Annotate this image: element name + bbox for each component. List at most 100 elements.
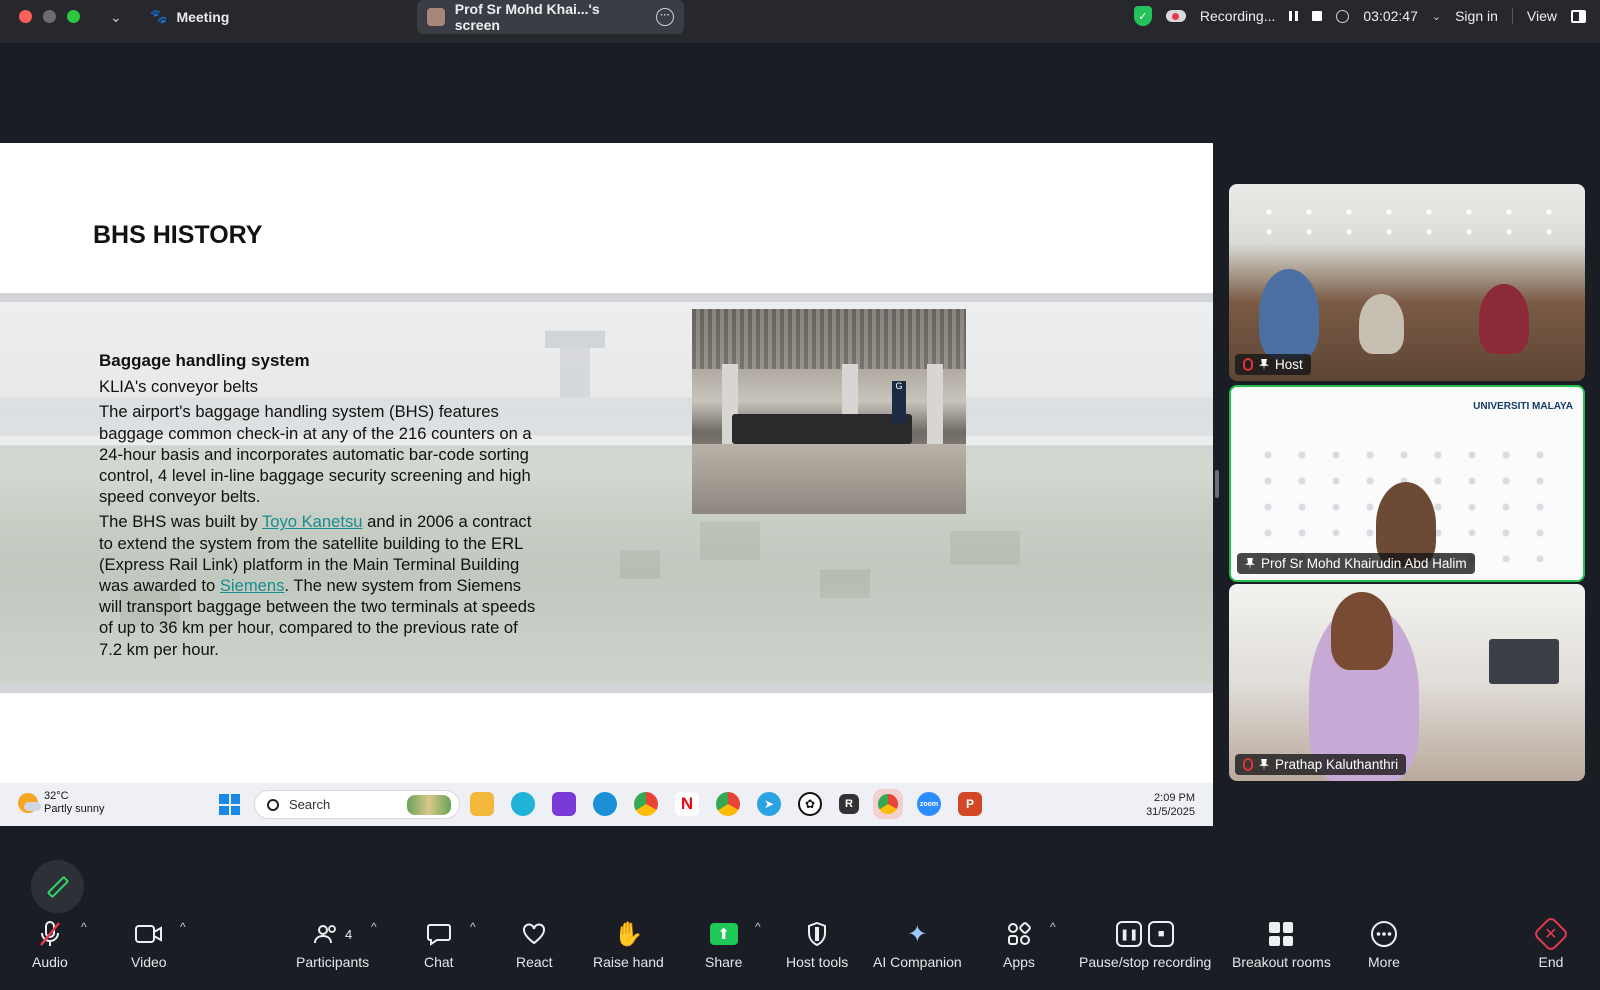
chrome-icon[interactable] [634, 792, 658, 816]
ai-companion-button[interactable]: ✦ AI Companion [873, 920, 962, 971]
end-button[interactable]: ✕ End [1532, 915, 1570, 970]
chat-chevron-icon[interactable]: ^ [470, 920, 476, 934]
annotate-button[interactable] [31, 860, 84, 913]
window-controls [19, 10, 80, 23]
timer-chevron-icon[interactable]: ⌄ [1432, 10, 1441, 23]
end-icon: ✕ [1532, 915, 1570, 953]
slide-title: BHS HISTORY [93, 221, 263, 249]
meeting-menu[interactable]: 🐾 Meeting [150, 8, 229, 25]
recording-label: Recording... [1199, 8, 1276, 24]
windows-search-box[interactable]: Search [254, 790, 460, 819]
toyo-kanetsu-link[interactable]: Toyo Kanetsu [262, 512, 363, 531]
participants-button[interactable]: 4 Participants [296, 920, 369, 970]
windows-clock[interactable]: 2:09 PM 31/5/2025 [1146, 791, 1195, 819]
ai-companion-label: AI Companion [873, 954, 962, 970]
close-window-button[interactable] [19, 10, 32, 23]
share-button[interactable]: ⬆ Share [705, 920, 742, 970]
participant-tile-host[interactable]: Host [1229, 184, 1585, 381]
viewing-screen-pill[interactable]: Prof Sr Mohd Khai...'s screen ··· [417, 0, 684, 34]
chevron-down-icon[interactable]: ⌄ [110, 9, 122, 26]
heart-icon [521, 920, 547, 948]
photo-pillar [927, 364, 943, 449]
react-button[interactable]: React [516, 920, 553, 970]
netflix-icon[interactable]: N [675, 792, 699, 816]
audio-button[interactable]: Audio [32, 920, 68, 970]
breakout-rooms-label: Breakout rooms [1232, 954, 1331, 970]
share-icon-wrap: ⬆ [709, 920, 738, 948]
powerpoint-icon[interactable]: P [958, 792, 982, 816]
background-monitor [1489, 639, 1559, 684]
more-icon [1370, 920, 1398, 948]
video-person [1479, 284, 1529, 354]
shield-icon [806, 920, 828, 948]
breakout-rooms-button[interactable]: Breakout rooms [1232, 920, 1331, 970]
apps-label: Apps [1003, 954, 1035, 970]
siemens-link[interactable]: Siemens [220, 576, 285, 595]
participants-chevron-icon[interactable]: ^ [371, 920, 377, 934]
stop-recording-icon[interactable] [1312, 11, 1323, 21]
zoom-app-icon[interactable]: zoom [917, 792, 941, 816]
video-person [1259, 269, 1319, 359]
panel-resize-handle[interactable] [1215, 470, 1219, 498]
slide-content-band: Baggage handling system KLIA's conveyor … [0, 293, 1213, 693]
share-arrow-icon: ⬆ [709, 923, 738, 945]
video-camera-icon [134, 920, 164, 948]
video-options-chevron-icon[interactable]: ^ [180, 920, 186, 934]
pause-icon: ❚❚ [1116, 921, 1143, 947]
chatgpt-icon[interactable]: ✿ [798, 792, 822, 816]
participant-label: Prathap Kaluthanthri [1235, 754, 1407, 775]
breakout-rooms-icon [1269, 920, 1294, 948]
stop-icon: ■ [1148, 921, 1175, 947]
participant-tile-active-speaker[interactable]: UNIVERSITI MALAYA Prof Sr Mohd Khairudin… [1229, 385, 1585, 582]
pin-icon [1259, 758, 1269, 771]
chat-button[interactable]: Chat [424, 920, 454, 970]
paragraph-2-part: The BHS was built by [99, 512, 262, 532]
more-options-icon[interactable]: ··· [656, 8, 674, 26]
divider [1511, 8, 1513, 24]
video-button[interactable]: Video [131, 920, 167, 970]
host-tools-button[interactable]: Host tools [786, 920, 848, 970]
telegram-icon[interactable]: ➤ [757, 792, 781, 816]
apps-chevron-icon[interactable]: ^ [1050, 920, 1056, 934]
participant-name: Prathap Kaluthanthri [1275, 757, 1399, 772]
file-explorer-icon[interactable] [470, 792, 494, 816]
sign-in-link[interactable]: Sign in [1455, 8, 1498, 24]
chrome-profile-icon[interactable] [716, 792, 740, 816]
pause-stop-label: Pause/stop recording [1079, 954, 1212, 970]
fullscreen-window-button[interactable] [67, 10, 80, 23]
minimize-window-button[interactable] [43, 10, 56, 23]
video-person [1359, 294, 1404, 354]
audio-options-chevron-icon[interactable]: ^ [81, 920, 87, 934]
paw-icon: 🐾 [150, 8, 168, 24]
view-layout-icon[interactable] [1571, 9, 1586, 23]
weather-widget[interactable]: 32°C Partly sunny [18, 790, 105, 816]
raise-hand-icon: ✋ [613, 920, 644, 948]
pause-stop-recording-button[interactable]: ❚❚ ■ Pause/stop recording [1079, 920, 1211, 970]
presenter-avatar [427, 8, 445, 26]
react-label: React [516, 954, 553, 970]
paragraph-1: The airport's baggage handling system (B… [99, 402, 532, 507]
more-button[interactable]: More [1368, 920, 1400, 970]
meeting-timer[interactable]: 03:02:47 [1363, 8, 1418, 24]
weather-temp: 32°C [44, 790, 69, 802]
share-label: Share [705, 954, 743, 970]
pin-icon [1245, 557, 1255, 570]
edge-icon[interactable] [593, 792, 617, 816]
participant-tile-prathap[interactable]: Prathap Kaluthanthri [1229, 584, 1585, 781]
share-chevron-icon[interactable]: ^ [755, 920, 761, 934]
search-highlight-image [407, 794, 451, 815]
raise-hand-button[interactable]: ✋ Raise hand [593, 920, 664, 971]
visual-studio-icon[interactable] [552, 792, 576, 816]
participants-icon-group: 4 [313, 920, 352, 948]
chrome-active-icon[interactable] [873, 789, 903, 819]
meeting-label: Meeting [176, 8, 230, 25]
encryption-shield-icon[interactable]: ✓ [1133, 6, 1152, 26]
view-button[interactable]: View [1527, 8, 1557, 24]
cloud-recording-icon [1165, 10, 1186, 22]
apps-button[interactable]: Apps [1003, 920, 1035, 970]
windows-start-icon[interactable] [219, 794, 240, 815]
canva-icon[interactable] [511, 792, 535, 816]
sparkle-icon: ✦ [907, 920, 928, 948]
pause-recording-icon[interactable] [1289, 11, 1299, 21]
r-app-icon[interactable]: R [839, 794, 859, 814]
